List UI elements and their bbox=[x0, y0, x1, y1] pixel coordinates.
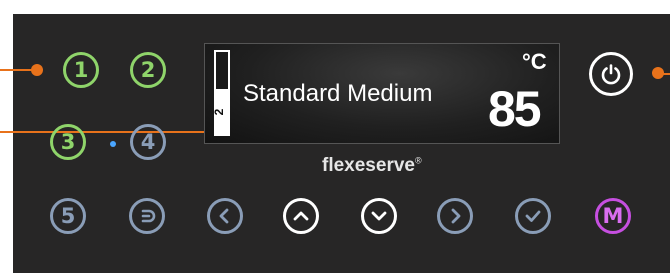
callout-dot-power bbox=[652, 67, 664, 79]
brand-name: flexeserve bbox=[322, 155, 415, 176]
preset-2-button[interactable]: 2 bbox=[130, 52, 166, 88]
power-icon bbox=[601, 64, 621, 85]
chevron-down-icon bbox=[371, 211, 387, 221]
checkmark-icon bbox=[525, 210, 541, 222]
preset-indicator-led bbox=[110, 141, 116, 147]
fill-level-number: 2 bbox=[212, 108, 226, 116]
chevron-left-icon bbox=[219, 208, 229, 224]
down-button[interactable] bbox=[361, 198, 397, 234]
brand-logo: flexeserve® bbox=[322, 155, 422, 177]
left-button[interactable] bbox=[207, 198, 243, 234]
up-button[interactable] bbox=[283, 198, 319, 234]
back-button[interactable] bbox=[129, 198, 165, 234]
preset-4-button[interactable]: 4 bbox=[130, 124, 166, 160]
preset-1-button[interactable]: 1 bbox=[63, 52, 99, 88]
chevron-right-icon bbox=[451, 208, 461, 224]
back-arrow-icon bbox=[141, 209, 156, 223]
power-button[interactable] bbox=[589, 52, 633, 96]
callout-line-presets bbox=[0, 69, 34, 71]
chevron-up-icon bbox=[293, 211, 309, 221]
right-button[interactable] bbox=[437, 198, 473, 234]
preset-5-button[interactable]: 5 bbox=[50, 198, 86, 234]
menu-button[interactable]: M bbox=[595, 198, 631, 234]
callout-dot-presets bbox=[31, 64, 43, 76]
fill-level-empty-region bbox=[214, 50, 230, 89]
confirm-button[interactable] bbox=[515, 198, 551, 234]
temperature-unit: °C bbox=[522, 49, 547, 74]
temperature-value: 85 bbox=[488, 81, 542, 137]
preset-3-button[interactable]: 3 bbox=[50, 124, 86, 160]
mode-label: Standard Medium bbox=[243, 80, 433, 107]
registered-mark: ® bbox=[414, 155, 422, 166]
